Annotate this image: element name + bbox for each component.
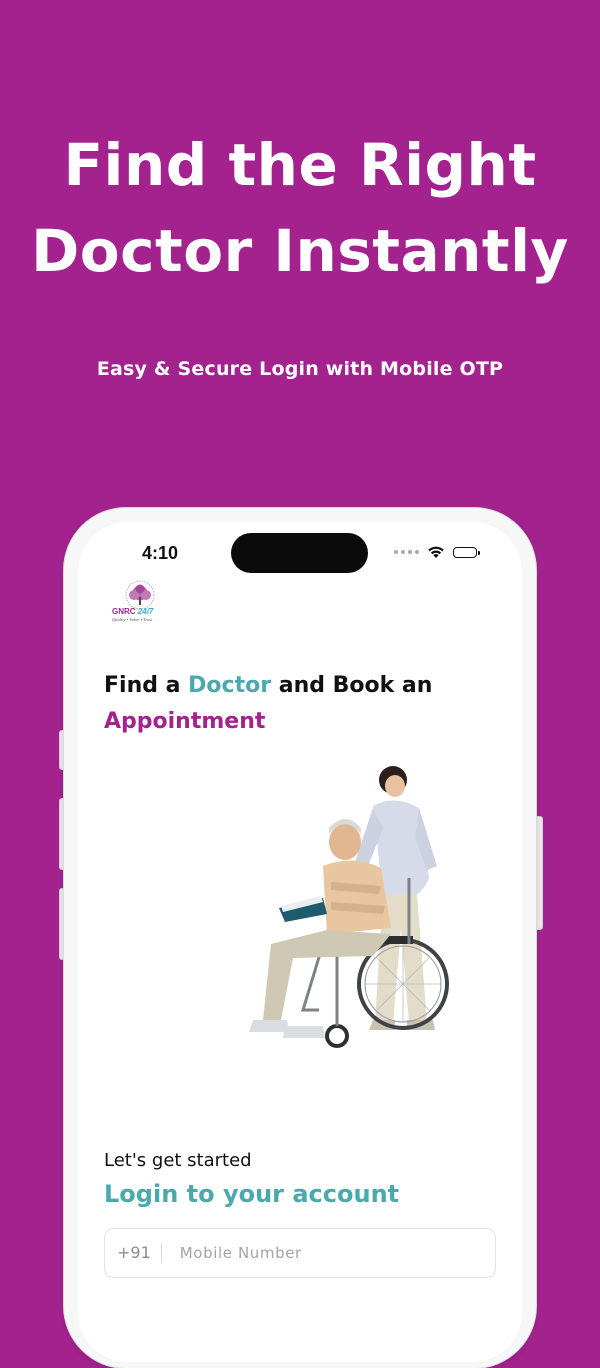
brand-hours: 24/7 xyxy=(137,607,154,616)
hero-highlight-doctor: Doctor xyxy=(188,673,272,698)
signal-dots-icon xyxy=(394,550,419,554)
dynamic-island xyxy=(231,533,368,573)
login-title: Login to your account xyxy=(104,1180,400,1208)
battery-icon xyxy=(453,546,480,558)
hero-highlight-appointment: Appointment xyxy=(104,709,266,734)
wifi-icon xyxy=(428,546,444,558)
phone-frame: 4:10 GNRC 24/7 Quality • Value • Trust F… xyxy=(64,508,536,1368)
hero-text-part2: and Book an xyxy=(271,673,433,698)
country-code[interactable]: +91 xyxy=(105,1243,162,1263)
promo-headline-line2: Doctor Instantly xyxy=(31,217,569,285)
mobile-number-field[interactable]: +91 xyxy=(104,1228,496,1278)
promo-headline: Find the Right Doctor Instantly xyxy=(0,122,600,294)
hero-text-part1: Find a xyxy=(104,673,189,698)
status-icons xyxy=(394,544,480,560)
hero-title: Find a Doctor and Book an Appointment xyxy=(104,668,432,740)
app-screen: 4:10 GNRC 24/7 Quality • Value • Trust F… xyxy=(78,522,522,1362)
mobile-number-input[interactable] xyxy=(161,1228,495,1278)
power-button xyxy=(535,816,543,930)
promo-subheadline: Easy & Secure Login with Mobile OTP xyxy=(96,358,504,380)
status-time: 4:10 xyxy=(142,543,179,563)
brand-logo-text: GNRC 24/7 xyxy=(112,607,153,616)
brand-tagline: Quality • Value • Trust xyxy=(112,617,153,622)
login-intro: Let's get started xyxy=(104,1150,252,1171)
promo-headline-line1: Find the Right xyxy=(63,131,537,199)
brand-name: GNRC xyxy=(112,607,136,616)
caregiver-wheelchair-illustration xyxy=(249,766,449,1048)
